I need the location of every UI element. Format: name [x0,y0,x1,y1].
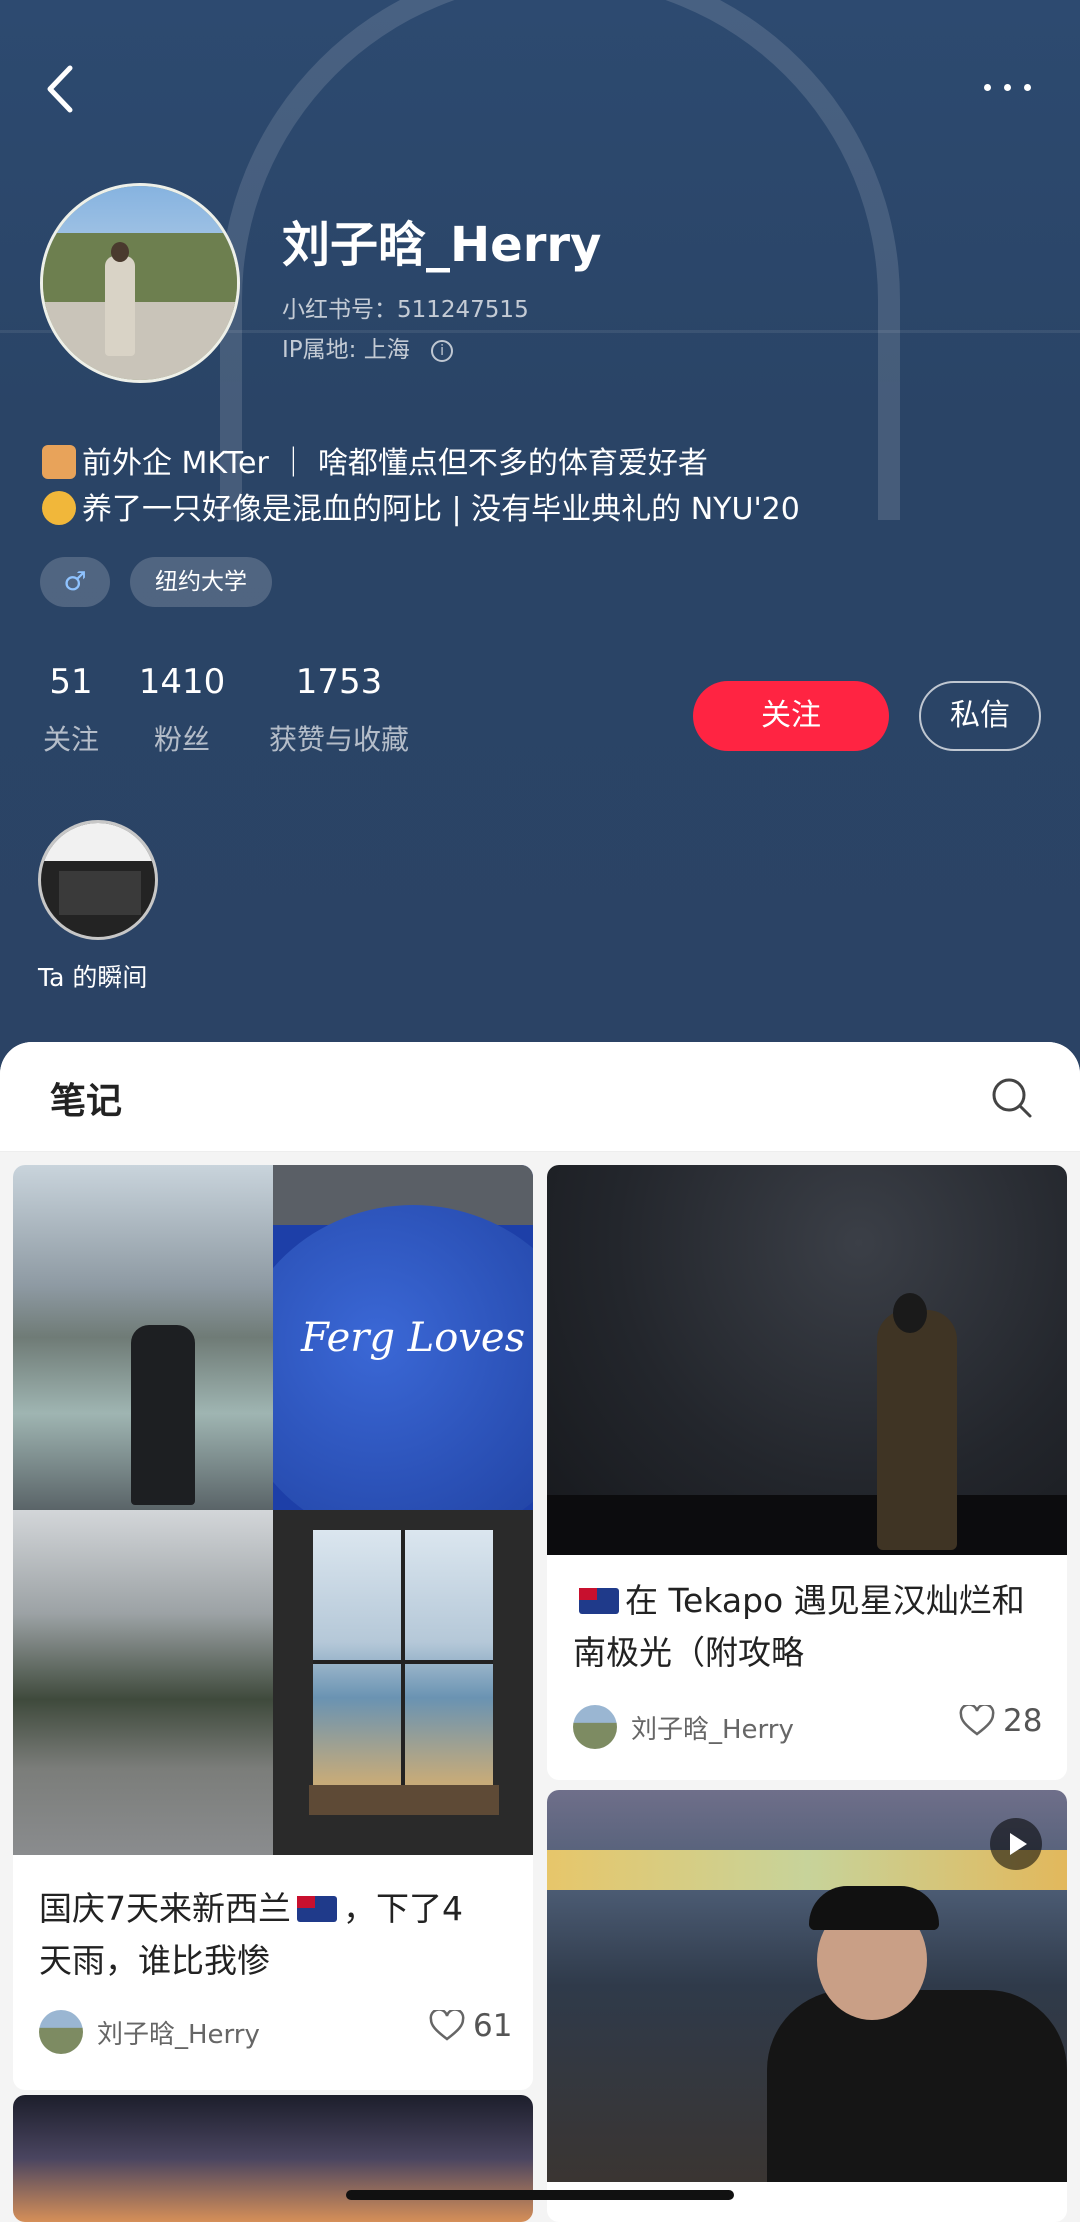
photo-bench [309,1785,499,1815]
profile-red-id: 小红书号：511247515 [282,297,529,323]
building-emoji-icon [42,445,76,479]
note-1-photo-window [273,1510,533,1855]
following-count[interactable]: 51 [40,662,102,702]
bio-line-1-text: 前外企 MKTer ｜ 啥都懂点但不多的体育爱好者 [82,446,708,481]
likes-collects-label[interactable]: 获赞与收藏 [262,718,416,758]
more-dot [1024,84,1031,91]
note-card-2[interactable]: 在 Tekapo 遇见星汉灿烂和 南极光（附攻略 刘子晗_Herry 28 [547,1165,1067,1780]
note-card-4[interactable] [547,1790,1067,2222]
message-button[interactable]: 私信 [919,681,1041,751]
window-mullion [401,1530,405,1810]
note-3-photo-sunset [13,2095,533,2222]
photo-person [131,1325,195,1505]
heart-outline-icon [429,2010,465,2041]
note-1-like-button[interactable]: 61 [429,2008,512,2044]
avatar-road [43,302,237,380]
gender-tag: ♂ [40,557,110,607]
note-2-title-line-2: 南极光（附攻略 [573,1633,804,1672]
note-1-title-line-2: 天雨，谁比我惨 [39,1941,270,1980]
avatar-head [111,242,129,262]
photo-stargazer-head [893,1293,927,1333]
note-1-author[interactable]: 刘子晗_Herry [39,2010,260,2054]
moments-thumbnail[interactable] [38,820,158,940]
note-1-photo-umbrella: Ferg Loves You [273,1165,533,1510]
search-button[interactable] [990,1076,1034,1120]
notes-tabbar: 笔记 [0,1042,1080,1152]
profile-username: 刘子晗_Herry [282,217,602,273]
profile-avatar[interactable] [40,183,240,383]
more-dots-icon [984,84,991,91]
more-dot [1004,84,1011,91]
bio-line-1: 前外企 MKTer ｜ 啥都懂点但不多的体育爱好者 [42,438,708,482]
window-transom [313,1660,493,1664]
profile-ip-location-row: IP属地: 上海 i [282,330,454,364]
back-button[interactable] [40,62,84,116]
note-card-3[interactable] [13,2095,533,2222]
chevron-left-icon [47,65,73,113]
moments-label[interactable]: Ta 的瞬间 [38,958,147,994]
photo-person-body [767,1990,1067,2182]
avatar-person [105,256,135,356]
following-label[interactable]: 关注 [40,718,102,758]
note-card-1[interactable]: Ferg Loves You 国庆7天来新西兰 ，下了4 天雨，谁比我惨 刘子晗_… [13,1165,533,2090]
nz-flag-icon [297,1896,337,1922]
profile-header: 刘子晗_Herry 小红书号：511247515 IP属地: 上海 i 前外企 … [0,0,1080,1060]
avatar [573,1705,617,1749]
moment-scene [59,871,141,915]
note-1-title-part-a: 国庆7天来新西兰 [39,1889,291,1928]
photo-stargazer [877,1310,957,1550]
video-play-button[interactable] [990,1818,1042,1870]
note-1-photo-town [13,1510,273,1855]
photo-ground [547,1495,1067,1555]
follow-button[interactable]: 关注 [693,681,889,751]
profile-ip-location: IP属地: 上海 [282,337,410,363]
play-icon [1010,1833,1027,1855]
note-2-title-part-a: 在 Tekapo 遇见星汉灿烂和 [625,1581,1025,1620]
home-indicator[interactable] [346,2190,734,2200]
school-tag[interactable]: 纽约大学 [130,557,272,607]
bio-line-2: 养了一只好像是混血的阿比 | 没有毕业典礼的 NYU'20 [42,484,800,528]
note-1-author-name: 刘子晗_Herry [97,2019,260,2050]
photo-city-lights [547,1850,1067,1890]
nz-flag-icon [579,1588,619,1614]
umbrella-script-text: Ferg Loves You [301,1315,533,1361]
cat-emoji-icon [42,491,76,525]
avatar [39,2010,83,2054]
note-2-like-button[interactable]: 28 [959,1703,1042,1739]
avatar-hill [43,232,237,311]
likes-collects-count[interactable]: 1753 [262,662,416,702]
bio-line-2-text: 养了一只好像是混血的阿比 | 没有毕业典礼的 NYU'20 [82,492,800,527]
note-2-photo-stars [547,1165,1067,1555]
note-2-author[interactable]: 刘子晗_Herry [573,1705,794,1749]
tab-notes[interactable]: 笔记 [50,1072,122,1124]
note-2-title-line-1: 在 Tekapo 遇见星汉灿烂和 [573,1575,1025,1627]
note-4-video-thumbnail [547,1790,1067,2182]
moment-caption-strip [41,823,155,861]
more-button[interactable] [980,72,1040,102]
followers-label[interactable]: 粉丝 [136,718,228,758]
search-icon [992,1078,1032,1118]
note-1-photo-mountain [13,1165,273,1510]
note-2-author-name: 刘子晗_Herry [631,1714,794,1745]
photo-person-cap [809,1886,939,1930]
note-1-title-part-b: ，下了4 [343,1889,463,1928]
note-1-title-line-1: 国庆7天来新西兰 ，下了4 [39,1883,463,1935]
heart-outline-icon [959,1705,995,1736]
note-2-like-count: 28 [1003,1703,1043,1739]
info-icon[interactable]: i [431,339,454,362]
note-1-like-count: 61 [473,2008,513,2044]
followers-count[interactable]: 1410 [136,662,228,702]
